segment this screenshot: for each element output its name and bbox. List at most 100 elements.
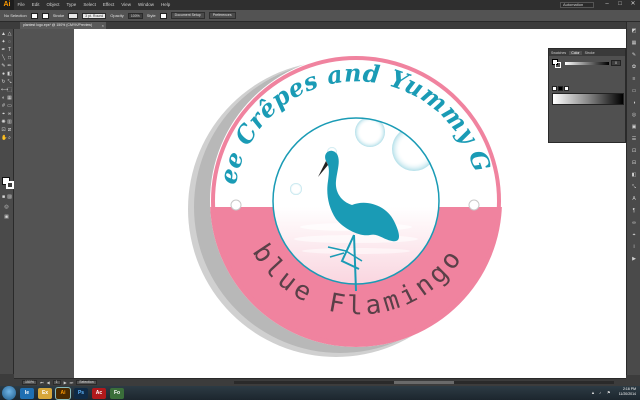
- brush-field[interactable]: 3 pt. Round: [82, 12, 107, 19]
- slice-tool-icon[interactable]: ⧄: [7, 128, 12, 133]
- swatches-panel-icon[interactable]: ▦: [631, 40, 637, 46]
- first-artboard-icon[interactable]: ⏮: [40, 380, 44, 385]
- paintbrush-tool-icon[interactable]: ✎: [1, 64, 6, 69]
- menu-window[interactable]: Window: [134, 0, 157, 10]
- lasso-tool-icon[interactable]: ◌: [7, 40, 12, 45]
- document-tab[interactable]: plantest logo.eps* @ 150% (CMYK/Preview)…: [20, 22, 106, 29]
- artboard-tool-icon[interactable]: ⊡: [1, 128, 6, 133]
- paragraph-panel-icon[interactable]: ¶: [631, 208, 637, 214]
- scrollbar-thumb[interactable]: [394, 381, 454, 384]
- direct-selection-tool-icon[interactable]: △: [7, 32, 12, 37]
- tab-swatches[interactable]: Swatches: [551, 51, 566, 55]
- transparency-panel-icon[interactable]: ◑: [631, 100, 637, 106]
- width-tool-icon[interactable]: ⟷: [1, 88, 8, 93]
- color-panel-icon[interactable]: ◩: [631, 28, 637, 34]
- shape-builder-icon[interactable]: ◐: [1, 96, 6, 101]
- brushes-panel-icon[interactable]: ✎: [631, 52, 637, 58]
- flag-icon[interactable]: ⚑: [607, 390, 612, 395]
- links-panel-icon[interactable]: ∞: [631, 220, 637, 226]
- start-button[interactable]: [2, 386, 16, 400]
- workspace-switcher[interactable]: Automation: [560, 2, 594, 8]
- document-setup-button[interactable]: Document Setup: [170, 12, 205, 19]
- canvas-area[interactable]: Coffee Crêpes and Yummy Goods blue Flami…: [14, 29, 626, 379]
- tab-color[interactable]: Color: [569, 50, 582, 55]
- opacity-field[interactable]: 100%: [127, 12, 143, 19]
- close-button[interactable]: ✕: [628, 1, 638, 8]
- align-panel-icon[interactable]: ⊟: [631, 160, 637, 166]
- pen-tool-icon[interactable]: ✒: [1, 48, 6, 53]
- actions-panel-icon[interactable]: ▶: [631, 256, 637, 262]
- eyedropper-tool-icon[interactable]: ⌖: [1, 112, 6, 117]
- rectangle-tool-icon[interactable]: □: [7, 56, 12, 61]
- free-transform-icon[interactable]: ⬚: [7, 88, 12, 93]
- magic-wand-icon[interactable]: ✦: [1, 40, 6, 45]
- gradient-panel-icon[interactable]: ▭: [631, 88, 637, 94]
- perspective-grid-icon[interactable]: ▦: [7, 96, 12, 101]
- taskbar-explorer-icon[interactable]: Ex: [38, 387, 52, 399]
- navigator-panel-icon[interactable]: ⌖: [631, 232, 637, 238]
- blob-brush-icon[interactable]: ●: [1, 72, 6, 77]
- type-tool-icon[interactable]: T: [7, 48, 12, 53]
- menu-object[interactable]: Object: [43, 0, 63, 10]
- menu-select[interactable]: Select: [80, 0, 100, 10]
- taskbar-folder-icon[interactable]: Fo: [110, 387, 124, 399]
- screen-mode-icon[interactable]: ▣: [4, 215, 9, 220]
- preferences-button[interactable]: Preferences: [208, 12, 236, 19]
- graph-tool-icon[interactable]: ▥: [7, 120, 12, 125]
- taskbar-photoshop-icon[interactable]: Ps: [74, 387, 88, 399]
- scale-tool-icon[interactable]: ⤡: [7, 80, 12, 85]
- none-color-swatch[interactable]: [552, 86, 557, 91]
- tint-value-field[interactable]: 0: [611, 60, 621, 66]
- volume-icon[interactable]: ♪: [599, 390, 604, 395]
- black-color-swatch[interactable]: [558, 86, 563, 91]
- menu-effect[interactable]: Effect: [99, 0, 117, 10]
- style-swatch[interactable]: [159, 12, 167, 19]
- eraser-tool-icon[interactable]: ◧: [7, 72, 12, 77]
- last-artboard-icon[interactable]: ⏭: [70, 380, 74, 385]
- taskbar-acrobat-icon[interactable]: Ac: [92, 387, 106, 399]
- tab-close-icon[interactable]: ×: [102, 22, 104, 29]
- maximize-button[interactable]: □: [615, 1, 625, 8]
- prev-artboard-icon[interactable]: ◀: [47, 380, 50, 385]
- menu-edit[interactable]: Edit: [28, 0, 43, 10]
- horizontal-scrollbar[interactable]: [234, 381, 614, 384]
- info-panel-icon[interactable]: i: [631, 244, 637, 250]
- menu-type[interactable]: Type: [63, 0, 80, 10]
- zoom-tool-icon[interactable]: ⌕: [7, 136, 12, 141]
- clock[interactable]: 2:16 PM 11/20/2014: [619, 387, 636, 397]
- rotate-tool-icon[interactable]: ↻: [1, 80, 6, 85]
- stroke-weight-field[interactable]: [68, 12, 79, 19]
- character-panel-icon[interactable]: A: [631, 196, 637, 202]
- white-color-swatch[interactable]: [564, 86, 569, 91]
- draw-mode-icon[interactable]: ◎: [4, 205, 9, 210]
- layers-panel-icon[interactable]: ☰: [631, 136, 637, 142]
- gradient-tool-icon[interactable]: ▭: [7, 104, 12, 109]
- appearance-panel-icon[interactable]: ◎: [631, 112, 637, 118]
- fill-swatch[interactable]: [30, 12, 38, 19]
- next-artboard-icon[interactable]: ▶: [64, 380, 67, 385]
- menu-view[interactable]: View: [118, 0, 135, 10]
- tab-stroke[interactable]: Stroke: [585, 51, 595, 55]
- zoom-field[interactable]: 150%: [22, 380, 37, 385]
- network-icon[interactable]: ▲: [591, 390, 596, 395]
- menu-help[interactable]: Help: [157, 0, 173, 10]
- stroke-panel-icon[interactable]: ≡: [631, 76, 637, 82]
- artboards-panel-icon[interactable]: ⊡: [631, 148, 637, 154]
- pencil-tool-icon[interactable]: ✏: [7, 64, 12, 69]
- stroke-swatch[interactable]: [41, 12, 49, 19]
- menu-file[interactable]: File: [14, 0, 28, 10]
- mesh-tool-icon[interactable]: #: [1, 104, 6, 109]
- color-mode-icon[interactable]: ■: [1, 195, 6, 200]
- line-tool-icon[interactable]: ╲: [1, 56, 6, 61]
- status-field[interactable]: Selection: [76, 380, 97, 385]
- minimize-button[interactable]: –: [602, 1, 612, 8]
- transform-panel-icon[interactable]: ⤡: [631, 184, 637, 190]
- color-spectrum-bar[interactable]: [552, 93, 624, 105]
- artboard[interactable]: Coffee Crêpes and Yummy Goods blue Flami…: [74, 29, 626, 379]
- symbol-sprayer-icon[interactable]: ✺: [1, 120, 6, 125]
- selection-tool-icon[interactable]: ▲: [1, 32, 6, 37]
- tint-slider[interactable]: [565, 62, 609, 65]
- taskbar-illustrator-icon[interactable]: Ai: [56, 387, 70, 399]
- logo-artwork[interactable]: Coffee Crêpes and Yummy Goods blue Flami…: [74, 29, 626, 379]
- stroke-color-swatch[interactable]: [6, 181, 14, 189]
